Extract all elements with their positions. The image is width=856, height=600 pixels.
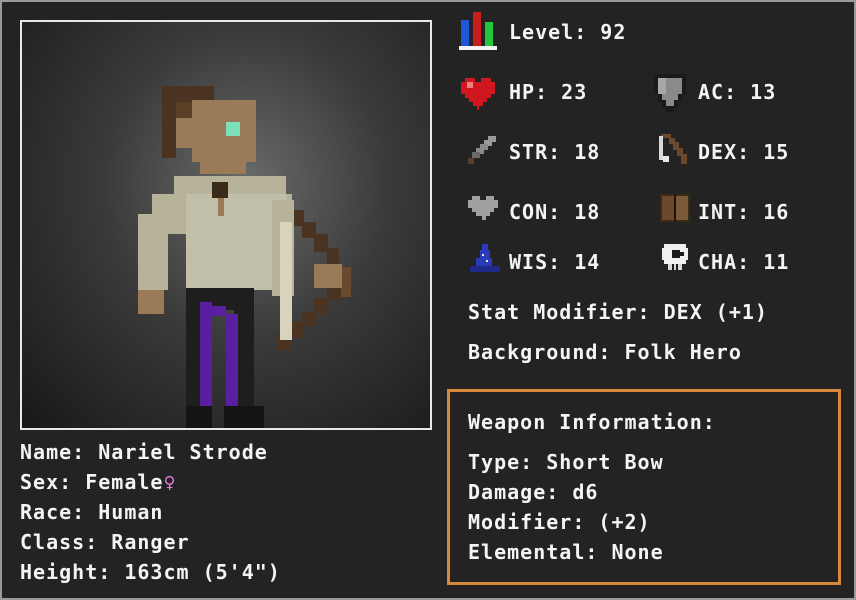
heart-icon xyxy=(461,78,495,110)
ac-stat: AC: 13 xyxy=(698,80,776,104)
weapon-modifier: Modifier: (+2) xyxy=(468,510,651,534)
skull-icon xyxy=(662,244,688,270)
character-name: Name: Nariel Strode xyxy=(20,440,268,464)
character-sheet: Name: Nariel Strode Sex: Female♀ Race: H… xyxy=(0,0,856,600)
character-portrait xyxy=(20,20,432,430)
str-stat: STR: 18 xyxy=(509,140,600,164)
con-stat: CON: 18 xyxy=(509,200,600,224)
weapon-type: Type: Short Bow xyxy=(468,450,664,474)
int-label: INT: xyxy=(698,200,751,224)
str-label: STR: xyxy=(509,140,562,164)
wis-label: WIS: xyxy=(509,250,562,274)
int-value: 16 xyxy=(763,200,790,224)
book-icon xyxy=(660,194,690,222)
int-stat: INT: 16 xyxy=(698,200,789,224)
female-symbol-icon: ♀ xyxy=(163,470,177,494)
hp-label: HP: xyxy=(509,80,549,104)
wis-stat: WIS: 14 xyxy=(509,250,600,274)
weapon-elemental: Elemental: None xyxy=(468,540,664,564)
ranger-sprite xyxy=(138,86,351,428)
shield-icon xyxy=(654,74,686,112)
weapon-damage: Damage: d6 xyxy=(468,480,599,504)
character-race: Race: Human xyxy=(20,500,164,524)
character-height: Height: 163cm (5'4") xyxy=(20,560,281,584)
gray-heart-icon xyxy=(468,196,498,220)
level-label: Level: xyxy=(509,20,588,44)
con-label: CON: xyxy=(509,200,562,224)
cha-stat: CHA: 11 xyxy=(698,250,789,274)
background: Background: Folk Hero xyxy=(468,340,742,364)
level-value: 92 xyxy=(600,20,627,44)
cha-value: 11 xyxy=(763,250,790,274)
character-class: Class: Ranger xyxy=(20,530,190,554)
hp-stat: HP: 23 xyxy=(509,80,587,104)
ac-label: AC: xyxy=(698,80,738,104)
wizard-hat-icon xyxy=(470,244,500,272)
stat-modifier: Stat Modifier: DEX (+1) xyxy=(468,300,768,324)
bow-icon xyxy=(659,134,687,164)
character-sex-label: Sex: Female xyxy=(20,470,164,494)
level-stat: Level: 92 xyxy=(509,20,626,44)
sword-icon xyxy=(468,136,496,164)
ac-value: 13 xyxy=(750,80,777,104)
dex-value: 15 xyxy=(763,140,790,164)
hp-value: 23 xyxy=(561,80,588,104)
wis-value: 14 xyxy=(574,250,601,274)
con-value: 18 xyxy=(574,200,601,224)
weapon-info-title: Weapon Information: xyxy=(468,410,716,434)
str-value: 18 xyxy=(574,140,601,164)
character-sex: Sex: Female♀ xyxy=(20,470,177,494)
level-bars-icon xyxy=(459,12,497,50)
dex-stat: DEX: 15 xyxy=(698,140,789,164)
dex-label: DEX: xyxy=(698,140,751,164)
cha-label: CHA: xyxy=(698,250,751,274)
